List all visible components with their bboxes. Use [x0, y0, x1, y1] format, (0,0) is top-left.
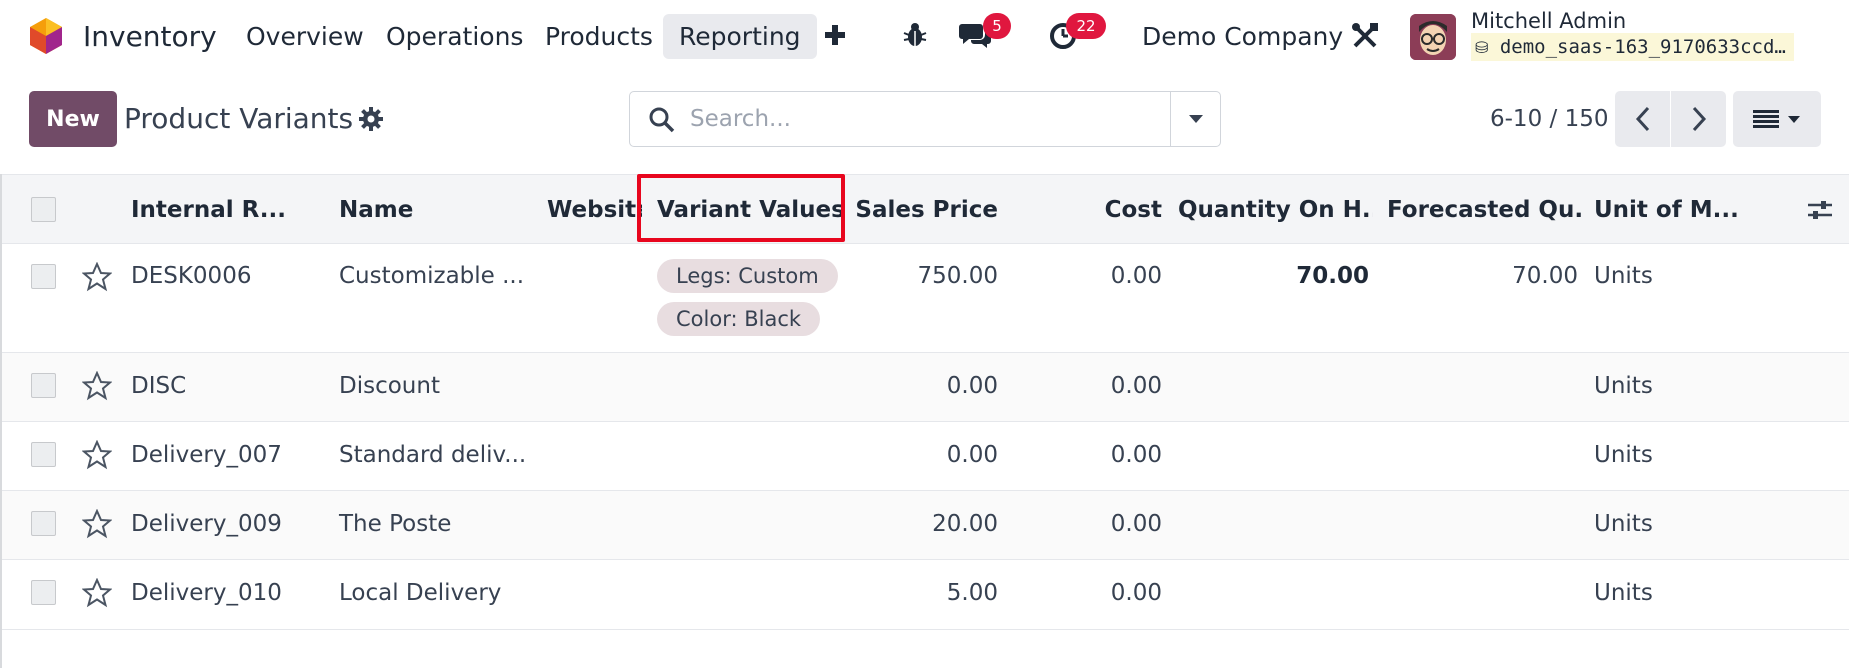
column-header-cost[interactable]: Cost — [1012, 175, 1162, 245]
top-navbar: Inventory Overview Operations Products R… — [0, 0, 1849, 74]
cell-unit-of-measure: Units — [1594, 263, 1653, 289]
favorite-star-icon[interactable] — [82, 440, 112, 470]
database-name: ⛁ demo_saas-163_9170633ccd… — [1471, 33, 1794, 61]
table-row[interactable]: DESK0006 Customizable ... Legs: Custom C… — [2, 244, 1849, 353]
favorite-star-icon[interactable] — [82, 371, 112, 401]
menu-reporting[interactable]: Reporting — [663, 14, 817, 59]
cell-unit-of-measure: Units — [1594, 442, 1653, 468]
cell-cost: 0.00 — [1110, 580, 1162, 606]
product-variants-list: Internal R... Name Website Variant Value… — [0, 174, 1849, 668]
caret-down-icon — [1189, 115, 1203, 123]
cell-name: Local Delivery — [339, 580, 502, 606]
row-checkbox[interactable] — [31, 511, 56, 536]
cell-sales-price: 5.00 — [946, 580, 998, 606]
app-title[interactable]: Inventory — [83, 17, 217, 57]
search-options-toggle[interactable] — [1170, 91, 1221, 147]
search-icon — [648, 106, 676, 134]
row-checkbox[interactable] — [31, 264, 56, 289]
table-header: Internal R... Name Website Variant Value… — [2, 174, 1849, 244]
column-header-quantity-on-hand[interactable]: Quantity On H... — [1178, 175, 1373, 245]
page-title: Product Variants — [124, 102, 354, 135]
bug-icon[interactable] — [900, 20, 930, 50]
database-icon: ⛁ — [1475, 38, 1489, 57]
new-button[interactable]: New — [29, 91, 117, 147]
cell-cost: 0.00 — [1110, 511, 1162, 537]
cell-internal-reference: DESK0006 — [131, 263, 252, 289]
favorite-star-icon[interactable] — [82, 578, 112, 608]
tools-icon[interactable] — [1349, 20, 1381, 52]
search-bar — [629, 91, 1221, 147]
cell-internal-reference: Delivery_010 — [131, 580, 282, 606]
chevron-left-icon — [1635, 106, 1649, 132]
list-view-icon — [1753, 110, 1779, 128]
menu-overview[interactable]: Overview — [246, 17, 364, 57]
cell-name: Discount — [339, 373, 440, 399]
variant-value-tag: Legs: Custom — [657, 259, 838, 293]
select-all-checkbox[interactable] — [31, 197, 56, 222]
activities-count-badge: 22 — [1066, 13, 1106, 39]
favorite-star-icon[interactable] — [82, 509, 112, 539]
column-header-internal-reference[interactable]: Internal R... — [131, 175, 291, 245]
cell-internal-reference: DISC — [131, 373, 187, 399]
search-input[interactable] — [690, 100, 1190, 138]
menu-products[interactable]: Products — [545, 17, 653, 57]
cell-unit-of-measure: Units — [1594, 373, 1653, 399]
cell-cost: 0.00 — [1110, 263, 1162, 289]
gear-icon[interactable] — [358, 106, 384, 132]
odoo-app-logo-icon[interactable] — [29, 17, 63, 55]
cell-forecasted-quantity: 70.00 — [1512, 263, 1578, 289]
highlight-box — [637, 174, 845, 242]
column-header-sales-price[interactable]: Sales Price — [852, 175, 998, 245]
plus-icon[interactable] — [820, 20, 850, 50]
database-label: demo_saas-163_9170633ccd… — [1499, 36, 1786, 58]
column-header-website[interactable]: Website — [547, 175, 642, 245]
column-header-name[interactable]: Name — [339, 175, 499, 245]
row-checkbox[interactable] — [31, 373, 56, 398]
column-header-forecasted-quantity[interactable]: Forecasted Qu... — [1387, 175, 1582, 245]
pager-next-button[interactable] — [1671, 91, 1726, 147]
table-row[interactable]: Delivery_010 Local Delivery 5.00 0.00 Un… — [2, 560, 1849, 630]
cell-cost: 0.00 — [1110, 442, 1162, 468]
column-header-unit-of-measure[interactable]: Unit of M... — [1594, 175, 1744, 245]
favorite-star-icon[interactable] — [82, 262, 112, 292]
table-row[interactable]: Delivery_007 Standard deliv... 0.00 0.00… — [2, 422, 1849, 491]
user-name[interactable]: Mitchell Admin — [1471, 8, 1626, 34]
view-switcher-button[interactable] — [1733, 91, 1821, 147]
messages-count-badge: 5 — [983, 13, 1011, 39]
cell-sales-price: 0.00 — [946, 373, 998, 399]
cell-unit-of-measure: Units — [1594, 580, 1653, 606]
company-switcher[interactable]: Demo Company — [1142, 17, 1343, 57]
cell-cost: 0.00 — [1110, 373, 1162, 399]
table-row[interactable]: Delivery_009 The Poste 20.00 0.00 Units — [2, 491, 1849, 560]
cell-internal-reference: Delivery_009 — [131, 511, 282, 537]
table-row[interactable]: DISC Discount 0.00 0.00 Units — [2, 353, 1849, 422]
cell-name: The Poste — [339, 511, 452, 537]
variant-value-tag: Color: Black — [657, 302, 821, 336]
cell-internal-reference: Delivery_007 — [131, 442, 282, 468]
cell-sales-price: 0.00 — [946, 442, 998, 468]
row-checkbox[interactable] — [31, 580, 56, 605]
row-checkbox[interactable] — [31, 442, 56, 467]
cell-name: Standard deliv... — [339, 442, 527, 468]
user-avatar[interactable] — [1410, 14, 1456, 60]
caret-down-icon — [1788, 115, 1800, 123]
cell-sales-price: 20.00 — [932, 511, 998, 537]
pager-value[interactable]: 6-10 / 150 — [1490, 99, 1608, 139]
cell-quantity-on-hand: 70.00 — [1296, 263, 1369, 289]
menu-operations[interactable]: Operations — [386, 17, 523, 57]
pager-previous-button[interactable] — [1615, 91, 1670, 147]
cell-sales-price: 750.00 — [917, 263, 998, 289]
optional-columns-toggle-icon[interactable] — [1806, 196, 1834, 224]
cell-name: Customizable ... — [339, 263, 525, 289]
cell-unit-of-measure: Units — [1594, 511, 1653, 537]
chevron-right-icon — [1692, 106, 1706, 132]
